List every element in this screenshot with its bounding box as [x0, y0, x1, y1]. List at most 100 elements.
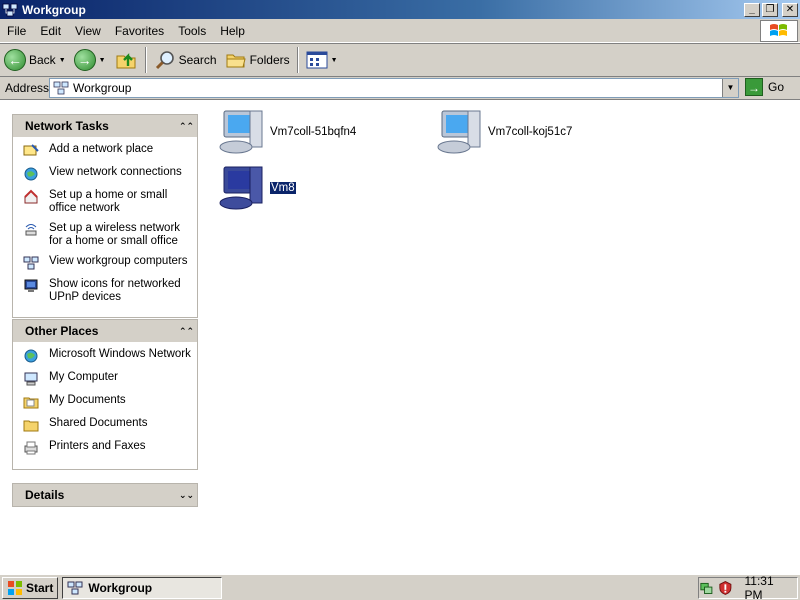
- task-add-network-place[interactable]: Add a network place: [23, 143, 191, 159]
- address-bar: Address Workgroup ▼ → Go: [0, 77, 800, 100]
- taskbar-window-label: Workgroup: [88, 580, 153, 595]
- forward-dropdown-icon[interactable]: ▼: [99, 57, 106, 64]
- place-label: My Documents: [49, 394, 126, 406]
- folders-icon: [226, 54, 246, 68]
- task-pane: Network Tasks ⌃⌃ Add a network place Vie…: [0, 101, 210, 571]
- place-my-computer[interactable]: My Computer: [23, 371, 191, 387]
- network-tasks-header[interactable]: Network Tasks ⌃⌃: [13, 115, 197, 137]
- up-folder-icon: [116, 53, 136, 69]
- back-button[interactable]: ← Back ▼: [0, 46, 70, 74]
- network-connections-icon: [24, 167, 38, 181]
- task-label: Set up a wireless network for a home or …: [49, 222, 181, 247]
- add-network-place-icon: [23, 144, 39, 156]
- folders-button[interactable]: Folders: [221, 46, 294, 74]
- menu-favorites[interactable]: Favorites: [108, 24, 171, 38]
- menu-file[interactable]: File: [0, 24, 33, 38]
- my-computer-icon: [24, 372, 38, 386]
- computer-name: Vm7coll-koj51c7: [488, 126, 573, 138]
- security-shield-icon[interactable]: [718, 580, 733, 596]
- views-icon: [306, 51, 328, 69]
- wireless-network-icon: [25, 224, 37, 236]
- home-network-icon: [24, 189, 38, 204]
- expand-chevron-icon[interactable]: ⌄⌄: [179, 489, 194, 501]
- address-dropdown-icon[interactable]: ▼: [722, 79, 738, 97]
- views-dropdown-icon[interactable]: ▼: [331, 57, 338, 64]
- search-label: Search: [178, 53, 217, 67]
- back-arrow-icon: ←: [4, 49, 26, 71]
- task-view-network-connections[interactable]: View network connections: [23, 166, 191, 182]
- up-folder-button[interactable]: [110, 46, 142, 74]
- maximize-button[interactable]: ❐: [762, 2, 778, 17]
- workgroup-computers-icon: [23, 256, 39, 270]
- details-panel: Details ⌄⌄: [12, 483, 198, 507]
- place-my-documents[interactable]: My Documents: [23, 394, 191, 410]
- computer-item-selected[interactable]: Vm8: [214, 163, 297, 213]
- go-button[interactable]: → Go: [745, 78, 784, 96]
- go-label: Go: [768, 80, 785, 94]
- network-status-icon[interactable]: [699, 580, 714, 596]
- workgroup-icon: [67, 581, 83, 594]
- computer-item[interactable]: Vm7coll-koj51c7: [432, 107, 572, 157]
- details-header[interactable]: Details ⌄⌄: [13, 484, 197, 506]
- task-view-workgroup-computers[interactable]: View workgroup computers: [23, 255, 191, 271]
- task-setup-wireless-network[interactable]: Set up a wireless network for a home or …: [23, 222, 191, 248]
- task-label: Show icons for networked UPnP devices: [49, 278, 181, 303]
- shared-documents-icon: [23, 420, 39, 432]
- forward-arrow-icon: →: [73, 49, 96, 71]
- collapse-chevron-icon[interactable]: ⌃⌃: [179, 120, 194, 132]
- menu-edit[interactable]: Edit: [33, 24, 68, 38]
- collapse-chevron-icon[interactable]: ⌃⌃: [179, 325, 194, 337]
- file-view[interactable]: Vm7coll-51bqfn4 Vm7coll-koj51c7 Vm8: [210, 101, 800, 571]
- back-label: Back: [29, 53, 56, 67]
- printer-icon: [24, 441, 38, 455]
- task-label: View workgroup computers: [49, 255, 188, 267]
- place-label: Printers and Faxes: [49, 440, 146, 452]
- other-places-header[interactable]: Other Places ⌃⌃: [13, 320, 197, 342]
- folders-label: Folders: [249, 53, 290, 67]
- toolbar-separator: [144, 47, 147, 73]
- search-icon: [155, 51, 174, 70]
- workgroup-icon: [53, 81, 69, 95]
- my-documents-icon: [23, 397, 39, 409]
- other-places-panel: Other Places ⌃⌃ Microsoft Windows Networ…: [12, 319, 198, 470]
- windows-logo-icon: [760, 20, 798, 42]
- other-places-title: Other Places: [25, 324, 99, 338]
- address-input[interactable]: Workgroup ▼: [49, 78, 739, 98]
- clock: 11:31 PM: [744, 574, 774, 600]
- details-title: Details: [25, 488, 65, 502]
- close-button[interactable]: ✕: [782, 2, 798, 17]
- address-value: Workgroup: [73, 81, 132, 95]
- computer-icon: [437, 110, 481, 154]
- go-arrow-icon: →: [745, 78, 763, 96]
- place-shared-documents[interactable]: Shared Documents: [23, 417, 191, 433]
- computer-name: Vm8: [269, 181, 297, 195]
- place-windows-network[interactable]: Microsoft Windows Network: [23, 348, 191, 364]
- menu-bar: File Edit View Favorites Tools Help: [0, 19, 800, 43]
- window-title: Workgroup: [22, 2, 86, 17]
- title-bar[interactable]: Workgroup _ ❐ ✕: [0, 0, 800, 19]
- forward-button[interactable]: → ▼: [70, 46, 110, 74]
- computer-item[interactable]: Vm7coll-51bqfn4: [214, 107, 356, 157]
- minimize-button[interactable]: _: [744, 2, 760, 17]
- address-label: Address: [5, 81, 50, 95]
- menu-help[interactable]: Help: [213, 24, 252, 38]
- menu-tools[interactable]: Tools: [171, 24, 213, 38]
- computer-name: Vm7coll-51bqfn4: [270, 126, 357, 138]
- back-dropdown-icon[interactable]: ▼: [59, 57, 66, 64]
- menu-view[interactable]: View: [68, 24, 108, 38]
- place-printers-faxes[interactable]: Printers and Faxes: [23, 440, 191, 456]
- task-label: Add a network place: [49, 143, 154, 155]
- taskbar: Start Workgroup 11:31 PM: [0, 574, 800, 600]
- place-label: Shared Documents: [49, 417, 148, 429]
- views-button[interactable]: ▼: [302, 46, 342, 74]
- start-button[interactable]: Start: [2, 576, 59, 599]
- upnp-devices-icon: [24, 279, 38, 292]
- task-label: Set up a home or small office network: [49, 189, 168, 214]
- search-button[interactable]: Search: [150, 46, 221, 74]
- task-setup-home-network[interactable]: Set up a home or small office network: [23, 189, 191, 215]
- windows-network-icon: [24, 349, 38, 363]
- place-label: Microsoft Windows Network: [49, 348, 191, 360]
- task-show-upnp-devices[interactable]: Show icons for networked UPnP devices: [23, 278, 191, 304]
- computer-icon: [219, 110, 263, 154]
- taskbar-window-button[interactable]: Workgroup: [62, 576, 223, 599]
